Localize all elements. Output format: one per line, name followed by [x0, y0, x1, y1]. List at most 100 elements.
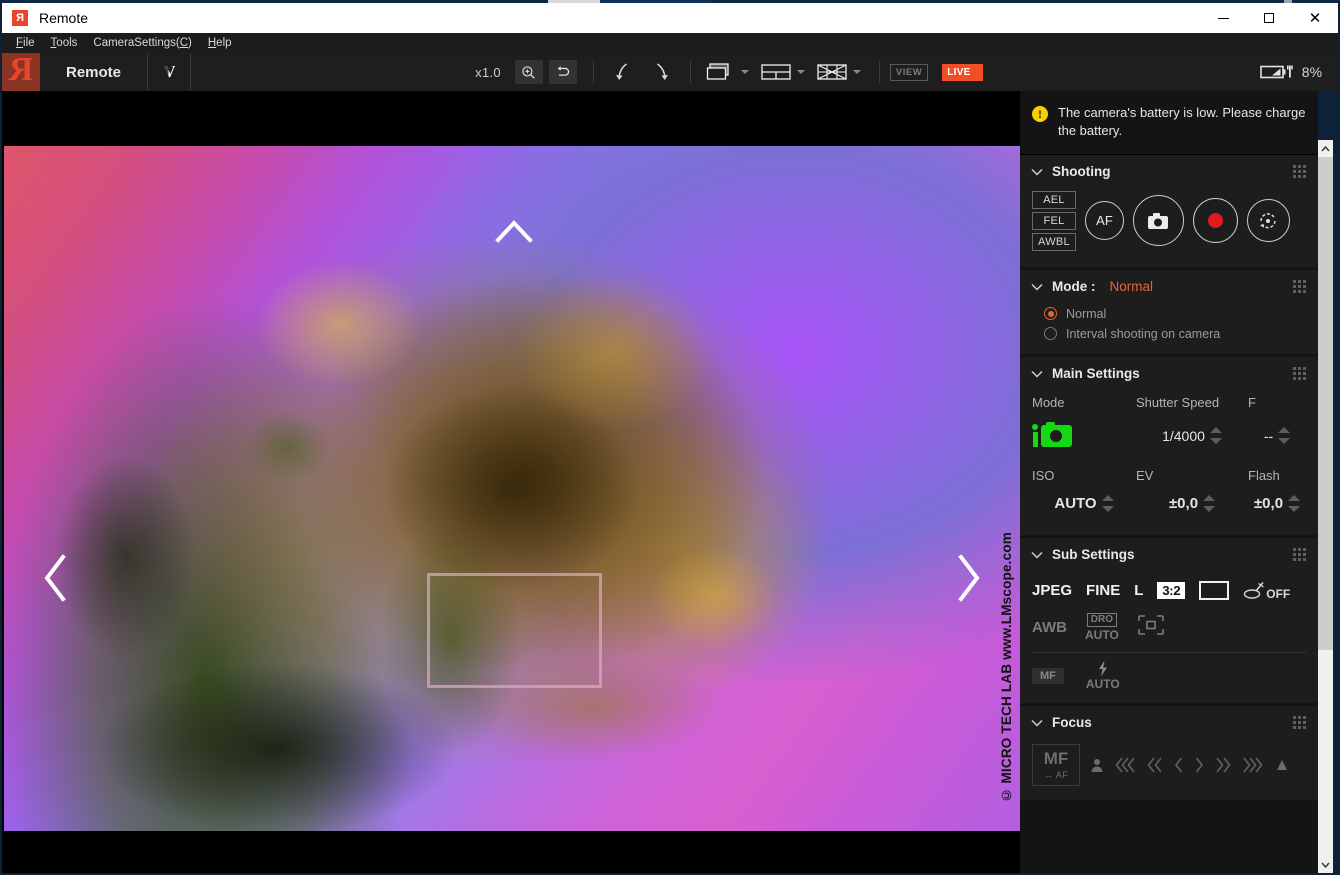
- iso-stepper[interactable]: [1102, 495, 1114, 512]
- close-button[interactable]: ✕: [1292, 3, 1338, 33]
- quality-button[interactable]: FINE: [1086, 582, 1120, 599]
- stepper-down-icon[interactable]: [1288, 506, 1300, 512]
- focus-peak-button[interactable]: [1274, 758, 1290, 772]
- pan-right-button[interactable]: [956, 554, 982, 602]
- main-settings-card-header[interactable]: Main Settings: [1020, 357, 1318, 391]
- refresh-button[interactable]: [1247, 199, 1290, 242]
- picture-effect-button[interactable]: OFF: [1243, 581, 1290, 601]
- scroll-thumb[interactable]: [1318, 157, 1333, 650]
- file-format-button[interactable]: JPEG: [1032, 582, 1072, 599]
- split-view-dropdown-caret-icon[interactable]: [797, 70, 805, 74]
- ev-stepper[interactable]: [1203, 495, 1215, 512]
- focus-area-frame[interactable]: [427, 573, 602, 688]
- stepper-down-icon[interactable]: [1102, 506, 1114, 512]
- mode-option-normal[interactable]: Normal: [1020, 304, 1318, 324]
- focus-far-right-button[interactable]: [1242, 756, 1264, 774]
- aspect-ratio-button[interactable]: 3:2: [1157, 582, 1185, 599]
- image-size-button[interactable]: L: [1134, 582, 1143, 599]
- ael-button[interactable]: AEL: [1032, 191, 1076, 209]
- flash-stepper[interactable]: [1288, 495, 1300, 512]
- fel-button[interactable]: FEL: [1032, 212, 1076, 230]
- panorama-frame-icon[interactable]: [1199, 581, 1229, 600]
- af-button[interactable]: AF: [1085, 201, 1124, 240]
- mode-option-interval[interactable]: Interval shooting on camera: [1020, 324, 1318, 344]
- shutter-button[interactable]: [1133, 195, 1184, 246]
- shooting-card-header[interactable]: Shooting: [1020, 155, 1318, 189]
- aperture-field-label: F: [1248, 395, 1306, 410]
- collapse-chevron-icon[interactable]: [1030, 165, 1044, 179]
- minimize-button[interactable]: [1200, 3, 1246, 33]
- warning-icon: !: [1032, 106, 1048, 122]
- shutter-speed-value-cell[interactable]: 1/4000: [1136, 427, 1248, 444]
- focus-mid-left-button[interactable]: [1146, 756, 1163, 774]
- live-indicator[interactable]: LIVE: [942, 64, 975, 81]
- scroll-up-button[interactable]: [1318, 140, 1333, 157]
- panel-scrollbar[interactable]: [1318, 140, 1333, 873]
- single-view-dropdown-caret-icon[interactable]: [741, 70, 749, 74]
- collapse-chevron-icon[interactable]: [1030, 548, 1044, 562]
- flash-value-cell[interactable]: ±0,0: [1248, 495, 1306, 512]
- zoom-in-button[interactable]: [515, 60, 543, 84]
- split-view-button[interactable]: [761, 59, 791, 85]
- mode-value-cell[interactable]: [1032, 424, 1136, 447]
- stepper-down-icon[interactable]: [1210, 438, 1222, 444]
- focus-person-button[interactable]: [1090, 757, 1104, 773]
- toolbar-divider-4: [690, 61, 691, 83]
- focus-near-left-button[interactable]: [1173, 756, 1184, 774]
- stepper-up-icon[interactable]: [1203, 495, 1215, 501]
- focus-mode-chip[interactable]: MF: [1032, 668, 1064, 684]
- menu-item-file[interactable]: File: [8, 33, 43, 53]
- focus-far-left-button[interactable]: [1114, 756, 1136, 774]
- pan-left-button[interactable]: [42, 554, 68, 602]
- menu-item-help[interactable]: Help: [200, 33, 240, 53]
- maximize-button[interactable]: [1246, 3, 1292, 33]
- rotate-right-button[interactable]: [646, 59, 676, 85]
- record-button[interactable]: [1193, 198, 1238, 243]
- sub-settings-card-header[interactable]: Sub Settings: [1020, 538, 1318, 572]
- mode-card-header[interactable]: Mode : Normal: [1020, 270, 1318, 304]
- awbl-button[interactable]: AWBL: [1032, 233, 1076, 251]
- pan-up-button[interactable]: [495, 219, 533, 243]
- scroll-down-button[interactable]: [1318, 856, 1333, 873]
- aperture-stepper[interactable]: [1278, 427, 1290, 444]
- stepper-up-icon[interactable]: [1288, 495, 1300, 501]
- stepper-up-icon[interactable]: [1210, 427, 1222, 433]
- scroll-up-icon: [1321, 146, 1330, 152]
- main-settings-card-drag-handle[interactable]: [1293, 367, 1306, 380]
- collapse-chevron-icon[interactable]: [1030, 280, 1044, 294]
- grid-overlay-dropdown-caret-icon[interactable]: [853, 70, 861, 74]
- single-view-button[interactable]: [705, 59, 735, 85]
- view-button[interactable]: VIEW: [890, 64, 928, 81]
- iso-value-cell[interactable]: AUTO: [1032, 495, 1136, 512]
- stepper-down-icon[interactable]: [1203, 506, 1215, 512]
- shooting-card-drag-handle[interactable]: [1293, 165, 1306, 178]
- menu-item-tools[interactable]: Tools: [43, 33, 86, 53]
- focus-near-right-button[interactable]: [1194, 756, 1205, 774]
- rotate-left-button[interactable]: [608, 59, 638, 85]
- shutter-speed-stepper[interactable]: [1210, 427, 1222, 444]
- dro-button[interactable]: DRO AUTO: [1085, 613, 1119, 642]
- collapse-chevron-icon[interactable]: [1030, 367, 1044, 381]
- mf-af-toggle[interactable]: MF ↔ AF: [1032, 744, 1080, 786]
- image-viewer[interactable]: © MICRO TECH LAB www.LMscope.com: [2, 91, 1020, 873]
- stepper-up-icon[interactable]: [1278, 427, 1290, 433]
- view-mode-badge[interactable]: V: [148, 62, 190, 82]
- white-balance-button[interactable]: AWB: [1032, 619, 1067, 636]
- focus-mid-right-button[interactable]: [1215, 756, 1232, 774]
- focus-card-header[interactable]: Focus: [1020, 706, 1318, 740]
- stepper-up-icon[interactable]: [1102, 495, 1114, 501]
- sub-settings-row-2: AWB DRO AUTO: [1032, 608, 1306, 648]
- single-left-icon: [1173, 756, 1184, 774]
- sub-settings-card-drag-handle[interactable]: [1293, 548, 1306, 561]
- grid-overlay-button[interactable]: [817, 59, 847, 85]
- mode-card-drag-handle[interactable]: [1293, 280, 1306, 293]
- menu-item-camerasettings[interactable]: CameraSettings(C): [85, 33, 199, 53]
- ev-value-cell[interactable]: ±0,0: [1136, 495, 1248, 512]
- stepper-down-icon[interactable]: [1278, 438, 1290, 444]
- collapse-chevron-icon[interactable]: [1030, 716, 1044, 730]
- aperture-value-cell[interactable]: --: [1248, 427, 1306, 444]
- flash-mode-button[interactable]: AUTO: [1086, 660, 1120, 691]
- metering-mode-button[interactable]: [1137, 614, 1165, 641]
- focus-card-drag-handle[interactable]: [1293, 716, 1306, 729]
- undo-button[interactable]: [549, 60, 577, 84]
